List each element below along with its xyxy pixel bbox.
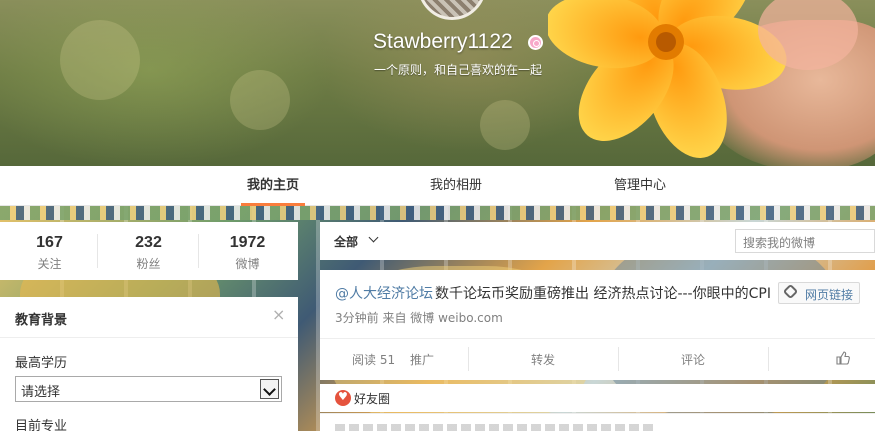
repost-button[interactable]: 转发	[531, 339, 555, 381]
web-link-label: 网页链接	[805, 288, 854, 302]
stat-label: 微博	[235, 257, 260, 271]
post-text: 数千论坛币奖励重磅推出 经济热点讨论---你眼中的CPI	[435, 286, 771, 302]
chevron-down-icon[interactable]	[260, 379, 279, 399]
avatar[interactable]	[418, 0, 486, 20]
read-count: 阅读 51	[352, 353, 396, 367]
background-strip	[0, 206, 875, 220]
comment-button[interactable]: 评论	[681, 339, 705, 381]
link-icon	[782, 283, 799, 300]
divider	[768, 347, 769, 371]
banner-bokeh	[230, 70, 290, 130]
close-icon[interactable]: ×	[272, 305, 285, 324]
tab-manage-center[interactable]: 管理中心	[614, 166, 666, 206]
banner-flower-image	[548, 0, 858, 158]
profile-banner: Stawberry1122 一个原则，和自己喜欢的在一起	[0, 0, 875, 166]
tab-my-album[interactable]: 我的相册	[430, 166, 482, 206]
friends-circle-bar[interactable]: 好友圈	[320, 384, 875, 412]
feed-post: @人大经济论坛 数千论坛币奖励重磅推出 经济热点讨论---你眼中的CPI 网页链…	[320, 270, 875, 380]
promote-button[interactable]: 推广	[410, 339, 434, 381]
stat-value: 1972	[229, 234, 266, 251]
banner-bokeh	[60, 20, 140, 100]
heart-icon	[335, 390, 351, 406]
degree-select-value: 请选择	[21, 385, 61, 400]
friends-circle-label: 好友圈	[354, 392, 391, 406]
major-label: 目前专业	[15, 419, 68, 431]
feed-filter-bar: 全部 搜索我的微博	[320, 222, 875, 260]
next-post-text-cutoff	[335, 424, 655, 431]
education-panel: 教育背景 × 最高学历 请选择 目前专业	[0, 297, 298, 431]
divider	[97, 234, 98, 268]
stat-following[interactable]: 167 关注	[0, 222, 99, 280]
education-title: 教育背景	[15, 313, 68, 328]
stats-panel: 167 关注 232 粉丝 1972 微博	[0, 222, 298, 280]
stat-followers[interactable]: 232 粉丝	[99, 222, 198, 280]
stat-value: 232	[135, 234, 162, 251]
post-author-link[interactable]: @人大经济论坛	[335, 283, 433, 303]
profile-username[interactable]: Stawberry1122	[373, 30, 513, 54]
stat-label: 粉丝	[136, 257, 161, 271]
post-meta[interactable]: 3分钟前 来自 微博 weibo.com	[335, 309, 503, 326]
profile-nav: 我的主页 我的相册 管理中心	[0, 166, 875, 206]
gender-female-icon	[528, 35, 543, 50]
divider	[0, 337, 298, 338]
web-link-button[interactable]: 网页链接	[778, 282, 860, 304]
filter-all-dropdown[interactable]: 全部	[334, 233, 358, 250]
search-placeholder: 搜索我的微博	[743, 236, 816, 250]
profile-bio: 一个原则，和自己喜欢的在一起	[374, 63, 543, 77]
divider	[618, 347, 619, 371]
tab-my-home[interactable]: 我的主页	[240, 166, 306, 206]
like-icon[interactable]	[836, 351, 850, 365]
post-actions: 阅读 51 推广 转发 评论	[320, 338, 875, 380]
stat-weibo-count[interactable]: 1972 微博	[198, 222, 297, 280]
banner-bokeh	[480, 100, 530, 150]
degree-label: 最高学历	[15, 356, 68, 371]
divider	[468, 347, 469, 371]
search-my-weibo-input[interactable]: 搜索我的微博	[735, 229, 875, 253]
next-post-preview	[320, 413, 875, 431]
degree-select[interactable]: 请选择	[15, 376, 282, 402]
chevron-down-icon[interactable]	[368, 232, 379, 243]
stat-label: 关注	[37, 257, 62, 271]
stat-value: 167	[36, 234, 63, 251]
